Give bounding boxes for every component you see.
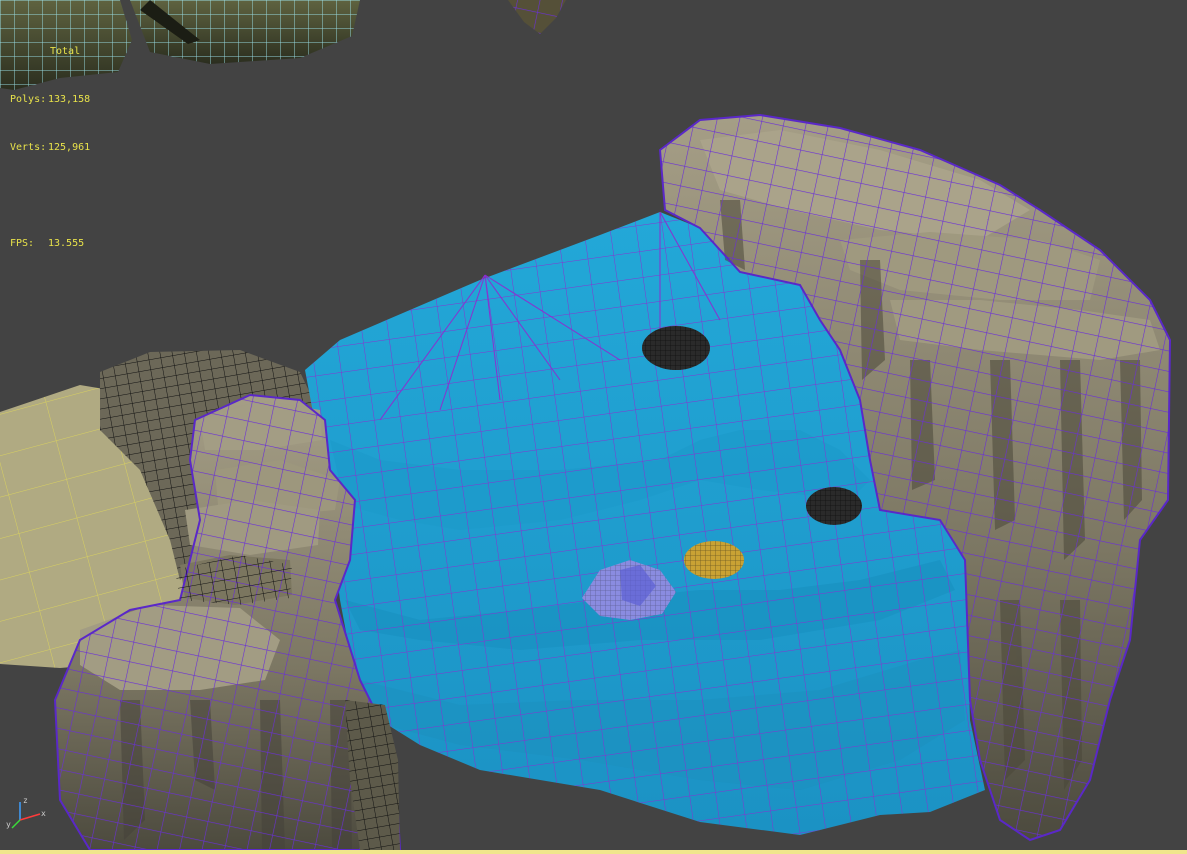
stats-polys: Polys: 133,158 xyxy=(10,92,90,108)
axis-x-label: x xyxy=(41,809,46,818)
fps-label: FPS: xyxy=(10,238,35,249)
verts-value: 125,961 xyxy=(48,142,91,153)
axis-tripod-icon: z x y xyxy=(6,796,46,829)
top-center-hanging-rock[interactable] xyxy=(508,0,566,34)
gold-rock[interactable] xyxy=(684,541,744,579)
axis-z-label: z xyxy=(23,796,28,805)
viewport-active-border xyxy=(0,850,1187,854)
fps-value: 13.555 xyxy=(48,238,85,249)
stats-fps: FPS: 13.555 xyxy=(10,236,90,252)
black-rock-right[interactable] xyxy=(806,487,862,525)
scene-canvas[interactable] xyxy=(0,0,1187,854)
verts-label: Verts: xyxy=(10,142,47,153)
black-rock-upper[interactable] xyxy=(642,326,710,370)
polys-value: 133,158 xyxy=(48,94,91,105)
polys-label: Polys: xyxy=(10,94,47,105)
stats-header: Total xyxy=(50,46,81,57)
stats-verts: Verts: 125,961 xyxy=(10,140,90,156)
axis-y-label: y xyxy=(6,820,11,829)
perspective-viewport[interactable]: Total Polys: 133,158 Verts: 125,961 FPS: 13… xyxy=(0,0,1187,854)
viewport-statistics: Total Polys: 133,158 Verts: 125,961 FPS: 13… xyxy=(10,12,90,284)
